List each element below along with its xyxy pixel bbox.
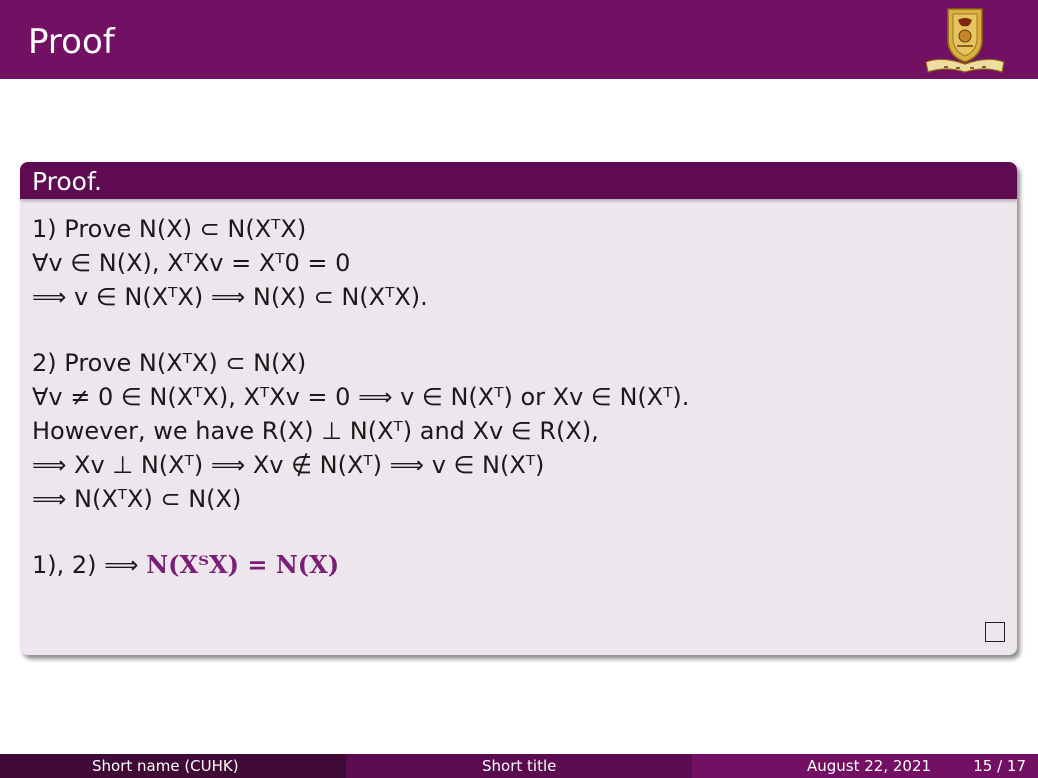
proof-part2-line3: However, we have R(X) ⊥ N(Xᵀ) and Xv ∈ R… <box>32 417 599 445</box>
footer-title-section: Short title <box>346 754 692 778</box>
block-body: 1) Prove N(X) ⊂ N(XᵀX) ∀v ∈ N(X), XᵀXv =… <box>32 212 1005 642</box>
footer-author: Short name (CUHK) <box>92 757 239 775</box>
slide-header: Proof <box>0 0 1038 79</box>
proof-part2-line5: ⟹ N(XᵀX) ⊂ N(X) <box>32 485 242 513</box>
proof-conclusion: 1), 2) ⟹ N(XᵀX) = N(X) <box>32 548 1005 582</box>
slide-title: Proof <box>28 22 115 62</box>
proof-part1-line3: ⟹ v ∈ N(XᵀX) ⟹ N(X) ⊂ N(XᵀX). <box>32 283 428 311</box>
proof-part2-label: 2) Prove N(XᵀX) ⊂ N(X) <box>32 349 307 377</box>
footer-date-section: August 22, 2021 15 / 17 <box>692 754 1038 778</box>
proof-block: Proof. 1) Prove N(X) ⊂ N(XᵀX) ∀v ∈ N(X),… <box>20 162 1017 655</box>
proof-part1-label: 1) Prove N(X) ⊂ N(XᵀX) <box>32 215 307 243</box>
block-header: Proof. <box>20 162 1017 199</box>
conclusion-prefix: 1), 2) ⟹ <box>32 551 139 579</box>
block-title: Proof. <box>32 167 102 196</box>
proof-part2-line4: ⟹ Xv ⊥ N(Xᵀ) ⟹ Xv ∉ N(Xᵀ) ⟹ v ∈ N(Xᵀ) <box>32 451 545 479</box>
footer-short-title: Short title <box>482 757 557 775</box>
footer-page-number: 15 / 17 <box>973 757 1026 775</box>
footer-author-section: Short name (CUHK) <box>0 754 346 778</box>
proof-part1-line2: ∀v ∈ N(X), XᵀXv = Xᵀ0 = 0 <box>32 249 351 277</box>
footer: Short name (CUHK) Short title August 22,… <box>0 754 1038 778</box>
qed-square-icon <box>985 622 1005 642</box>
conclusion-result: N(XᵀX) = N(X) <box>146 550 340 579</box>
cuhk-crest-icon <box>925 8 1005 73</box>
proof-part2-line2: ∀v ≠ 0 ∈ N(XᵀX), XᵀXv = 0 ⟹ v ∈ N(Xᵀ) or… <box>32 383 690 411</box>
footer-date: August 22, 2021 <box>807 757 932 775</box>
